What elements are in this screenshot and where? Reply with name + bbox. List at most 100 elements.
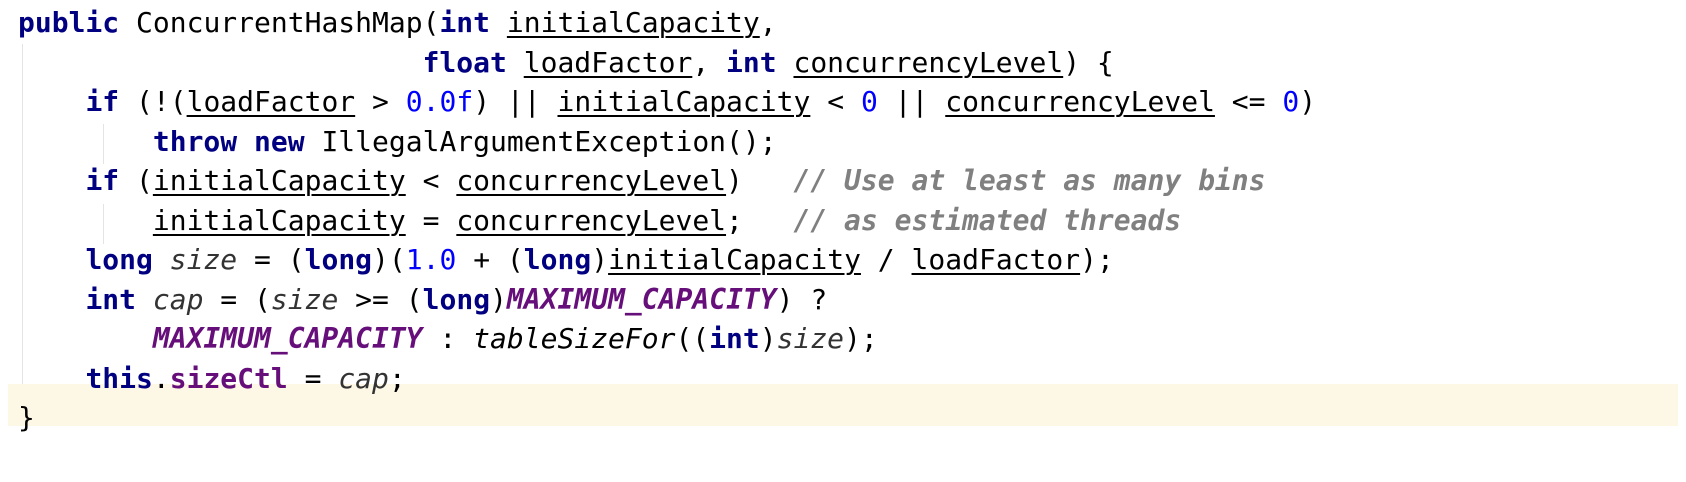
code-token: size xyxy=(776,322,845,355)
code-token: 1.0 xyxy=(405,243,457,276)
code-token: tableSizeFor xyxy=(473,322,676,355)
code-token: ) || xyxy=(473,85,558,118)
code-token: ; xyxy=(726,203,794,237)
code-token: 0.0f xyxy=(405,85,474,118)
code-token: (( xyxy=(675,322,710,355)
code-line[interactable]: if (!(loadFactor > 0.0f) || initialCapac… xyxy=(18,83,1316,121)
code-token: , xyxy=(759,6,777,39)
code-token: ) { xyxy=(1063,45,1114,79)
code-token: } xyxy=(18,401,35,434)
code-token: = xyxy=(287,361,339,395)
code-token: int xyxy=(709,322,760,355)
code-token: initialCapacity xyxy=(506,6,760,39)
code-token: long xyxy=(422,282,491,316)
code-token: public xyxy=(18,6,120,39)
code-token: = xyxy=(405,203,457,237)
code-token: < xyxy=(810,85,861,118)
code-token: sizeCtl xyxy=(169,361,288,395)
code-token: int xyxy=(726,45,777,79)
code-line[interactable]: long size = (long)(1.0 + (long)initialCa… xyxy=(18,241,1114,279)
code-token: ) xyxy=(490,282,507,316)
code-token: ; xyxy=(388,361,406,395)
code-token: concurrencyLevel xyxy=(793,45,1064,79)
code-token: long xyxy=(85,243,153,276)
code-token: > xyxy=(355,85,406,118)
code-token: ); xyxy=(1080,243,1114,276)
code-token: initialCapacity xyxy=(608,243,861,276)
code-token: throw xyxy=(152,124,238,158)
code-token: 0 xyxy=(860,85,878,118)
code-token: loadFactor xyxy=(186,85,356,118)
code-token: ConcurrentHashMap( xyxy=(119,6,440,39)
code-token: loadFactor xyxy=(523,45,693,79)
code-token: concurrencyLevel xyxy=(945,85,1215,118)
code-token: ( xyxy=(119,164,153,197)
code-token: loadFactor xyxy=(911,243,1081,276)
code-token: if xyxy=(85,85,120,118)
code-line[interactable]: this.sizeCtl = cap; xyxy=(18,360,406,398)
code-line[interactable]: MAXIMUM_CAPACITY : tableSizeFor((int)siz… xyxy=(18,320,878,358)
code-editor[interactable]: public ConcurrentHashMap(int initialCapa… xyxy=(0,0,1686,482)
code-token: concurrencyLevel xyxy=(456,203,727,237)
code-token: = ( xyxy=(237,243,305,276)
code-token: cap xyxy=(152,282,204,316)
code-token: . xyxy=(152,361,170,395)
code-token: this xyxy=(85,361,153,395)
code-line[interactable]: int cap = (size >= (long)MAXIMUM_CAPACIT… xyxy=(18,281,827,319)
code-token: ) xyxy=(591,243,609,276)
code-token: if xyxy=(85,164,120,197)
code-line[interactable]: float loadFactor, int concurrencyLevel) … xyxy=(18,44,1114,82)
code-token: ); xyxy=(844,322,878,355)
code-token: initialCapacity xyxy=(152,164,406,197)
code-token: cap xyxy=(338,361,389,395)
code-token: MAXIMUM_CAPACITY xyxy=(506,282,777,316)
code-token: // Use at least as many bins xyxy=(793,164,1266,197)
code-token: float xyxy=(422,45,507,79)
code-token: = ( xyxy=(203,282,271,316)
code-token: )( xyxy=(372,243,406,276)
code-token: initialCapacity xyxy=(557,85,811,118)
code-token: IllegalArgumentException(); xyxy=(304,124,777,158)
code-token: concurrencyLevel xyxy=(456,164,727,197)
code-token: MAXIMUM_CAPACITY xyxy=(152,322,423,355)
code-token: (!( xyxy=(119,85,187,118)
code-token: <= xyxy=(1214,85,1283,118)
code-token: ) xyxy=(726,164,794,197)
code-line[interactable]: public ConcurrentHashMap(int initialCapa… xyxy=(18,4,777,42)
code-line[interactable]: if (initialCapacity < concurrencyLevel) … xyxy=(18,162,1266,200)
code-line[interactable]: initialCapacity = concurrencyLevel; // a… xyxy=(18,202,1181,240)
code-token: ) xyxy=(1299,85,1317,118)
code-token: size xyxy=(270,282,339,316)
code-token: || xyxy=(877,85,946,118)
code-token: + ( xyxy=(456,243,524,276)
code-token: new xyxy=(254,124,305,158)
code-token: ) ? xyxy=(776,282,828,316)
code-token: , xyxy=(692,45,727,79)
code-token: int xyxy=(85,282,137,316)
code-token: ) xyxy=(759,322,777,355)
code-token: long xyxy=(304,243,373,276)
code-line[interactable]: throw new IllegalArgumentException(); xyxy=(18,123,777,161)
code-token: >= ( xyxy=(338,282,423,316)
code-token: < xyxy=(405,164,457,197)
code-token: int xyxy=(439,6,491,39)
code-token: size xyxy=(169,243,238,276)
code-token: initialCapacity xyxy=(152,203,406,237)
code-token: : xyxy=(422,322,474,355)
code-line[interactable]: } xyxy=(18,399,35,437)
